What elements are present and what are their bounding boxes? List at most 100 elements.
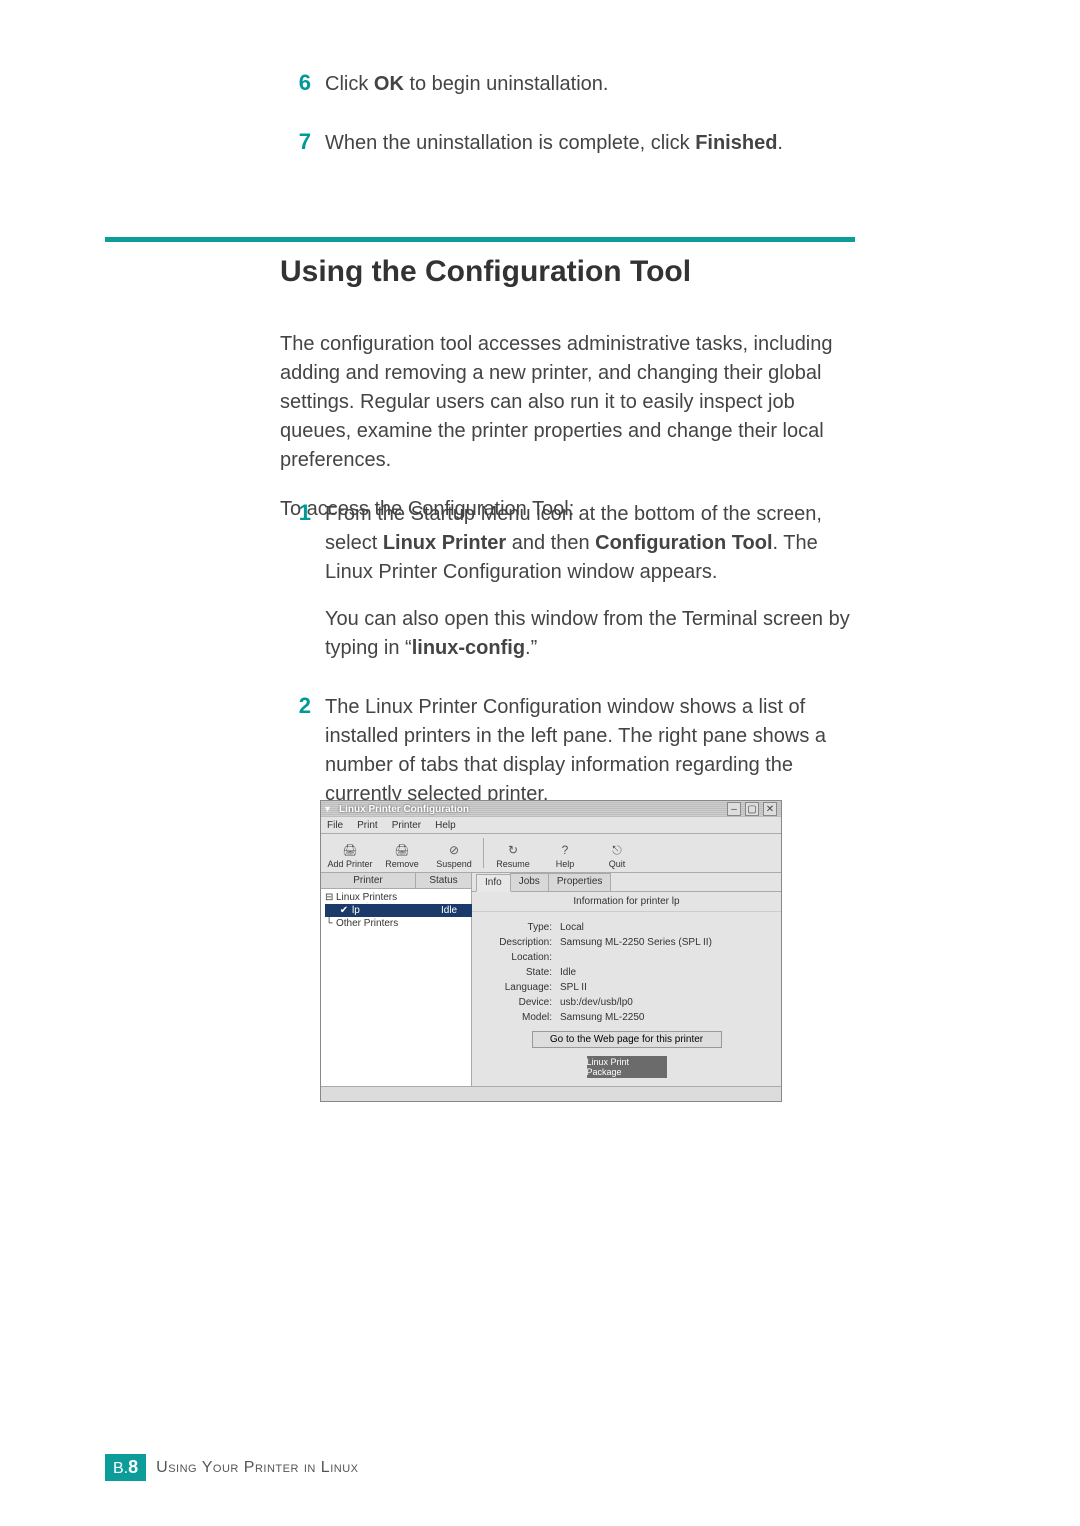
leaf-icon: └ bbox=[325, 918, 333, 929]
section-rule bbox=[105, 237, 855, 242]
close-icon[interactable]: ✕ bbox=[763, 802, 777, 816]
key: Description: bbox=[482, 937, 552, 948]
label: Quit bbox=[609, 859, 626, 869]
quit-icon: ⎋ bbox=[608, 843, 626, 857]
menu-bar: File Print Printer Help bbox=[321, 817, 781, 834]
details-pane: Info Jobs Properties Information for pri… bbox=[472, 873, 781, 1086]
info-row: Type: Local bbox=[482, 920, 771, 935]
label: lp bbox=[352, 905, 438, 916]
label: Help bbox=[556, 859, 575, 869]
key: Model: bbox=[482, 1012, 552, 1023]
key: Type: bbox=[482, 922, 552, 933]
collapse-icon[interactable]: ⊟ bbox=[325, 892, 333, 903]
info-row: Location: bbox=[482, 950, 771, 965]
window-titlebar[interactable]: ▾ Linux Printer Configuration – ▢ ✕ bbox=[321, 801, 781, 817]
value bbox=[560, 952, 771, 963]
value: Samsung ML-2250 Series (SPL II) bbox=[560, 937, 771, 948]
maximize-icon[interactable]: ▢ bbox=[745, 802, 759, 816]
value: Samsung ML-2250 bbox=[560, 1012, 771, 1023]
text: Click bbox=[325, 73, 374, 95]
step-number: 7 bbox=[281, 129, 311, 155]
suspend-button[interactable]: ⊘ Suspend bbox=[429, 837, 479, 869]
resume-icon: ↻ bbox=[504, 843, 522, 857]
bold: Configuration Tool bbox=[595, 532, 772, 554]
info-row: Device:usb:/dev/usb/lp0 bbox=[482, 995, 771, 1010]
step-7-text: When the uninstallation is complete, cli… bbox=[325, 129, 783, 158]
status-bar bbox=[321, 1086, 781, 1101]
add-printer-button[interactable]: 🖨 Add Printer bbox=[325, 837, 375, 869]
key: Language: bbox=[482, 982, 552, 993]
help-icon: ? bbox=[556, 843, 574, 857]
label: Add Printer bbox=[327, 859, 372, 869]
column-printer[interactable]: Printer bbox=[321, 873, 416, 888]
value: Idle bbox=[560, 967, 771, 978]
tree-selected-printer[interactable]: ✔lpIdle bbox=[325, 904, 481, 917]
printer-remove-icon: 🖨 bbox=[393, 843, 411, 857]
label: Suspend bbox=[436, 859, 472, 869]
info-row: Model: Samsung ML-2250 bbox=[482, 1010, 771, 1025]
quit-button[interactable]: ⎋ Quit bbox=[592, 837, 642, 869]
value: SPL II bbox=[560, 982, 771, 993]
text: The Linux Printer Configuration window s… bbox=[325, 696, 826, 805]
help-button[interactable]: ? Help bbox=[540, 837, 590, 869]
info-heading: Information for printer lp bbox=[472, 892, 781, 912]
step-number: 1 bbox=[281, 500, 311, 526]
text: .” bbox=[525, 637, 537, 659]
step-6-text: Click OK to begin uninstallation. bbox=[325, 70, 608, 99]
key: State: bbox=[482, 967, 552, 978]
tab-jobs[interactable]: Jobs bbox=[510, 873, 549, 891]
tree-other[interactable]: └Other Printers bbox=[325, 917, 467, 930]
text: . bbox=[777, 132, 783, 154]
text: When the uninstallation is complete, cli… bbox=[325, 132, 695, 154]
column-status[interactable]: Status bbox=[416, 873, 471, 888]
tab-info[interactable]: Info bbox=[476, 874, 511, 892]
linux-print-package-logo: Linux Print Package bbox=[587, 1056, 667, 1078]
info-grid: Type: Local Description: Samsung ML-2250 S… bbox=[472, 912, 781, 1086]
bold: Linux Printer bbox=[383, 532, 506, 554]
suspend-icon: ⊘ bbox=[445, 843, 463, 857]
printer-tree-pane: Printer Status ⊟Linux Printers ✔lpIdle └… bbox=[321, 873, 472, 1086]
remove-button[interactable]: 🖨 Remove bbox=[377, 837, 427, 869]
bold: OK bbox=[374, 73, 404, 95]
step-1-sub: You can also open this window from the T… bbox=[325, 605, 851, 663]
value: Local bbox=[560, 922, 771, 933]
toolbar: 🖨 Add Printer 🖨 Remove ⊘ Suspend ↻ Resume ? H… bbox=[321, 834, 781, 873]
badge-number: 8 bbox=[128, 1457, 138, 1477]
intro-paragraph: The configuration tool accesses administ… bbox=[280, 330, 850, 475]
key: Location: bbox=[482, 952, 552, 963]
label: Linux Printers bbox=[336, 892, 467, 903]
step-1-text: From the Startup Menu icon at the bottom… bbox=[325, 500, 851, 663]
tab-properties[interactable]: Properties bbox=[548, 873, 612, 891]
text: to begin uninstallation. bbox=[404, 73, 609, 95]
key: Device: bbox=[482, 997, 552, 1008]
printer-add-icon: 🖨 bbox=[341, 843, 359, 857]
section-heading: Using the Configuration Tool bbox=[280, 255, 691, 289]
minimize-icon[interactable]: – bbox=[727, 802, 741, 816]
text: You can also open this window from the T… bbox=[325, 608, 850, 659]
tree-root[interactable]: ⊟Linux Printers bbox=[325, 891, 467, 904]
menu-help[interactable]: Help bbox=[435, 820, 456, 831]
resume-button[interactable]: ↻ Resume bbox=[488, 837, 538, 869]
menu-printer[interactable]: Printer bbox=[392, 820, 421, 831]
window-title: Linux Printer Configuration bbox=[339, 804, 469, 815]
bold: linux-config bbox=[412, 637, 525, 659]
info-row: State: Idle bbox=[482, 965, 771, 980]
bold: Finished bbox=[695, 132, 777, 154]
toolbar-separator bbox=[483, 838, 484, 868]
web-page-button[interactable]: Go to the Web page for this printer bbox=[532, 1031, 722, 1048]
info-row: Language: SPL II bbox=[482, 980, 771, 995]
badge-letter: B. bbox=[113, 1460, 128, 1477]
step-number: 6 bbox=[281, 70, 311, 96]
menu-file[interactable]: File bbox=[327, 820, 343, 831]
footer-title: Using Your Printer in Linux bbox=[156, 1459, 358, 1477]
check-icon: ✔ bbox=[339, 905, 349, 916]
page-badge: B.8 bbox=[105, 1454, 146, 1481]
label: Resume bbox=[496, 859, 530, 869]
text: and then bbox=[506, 532, 595, 554]
config-window: ▾ Linux Printer Configuration – ▢ ✕ File… bbox=[320, 800, 782, 1102]
step-number: 2 bbox=[281, 693, 311, 719]
menu-print[interactable]: Print bbox=[357, 820, 378, 831]
label: Remove bbox=[385, 859, 419, 869]
info-row: Description: Samsung ML-2250 Series (SPL … bbox=[482, 935, 771, 950]
window-menu-icon[interactable]: ▾ bbox=[325, 804, 335, 814]
